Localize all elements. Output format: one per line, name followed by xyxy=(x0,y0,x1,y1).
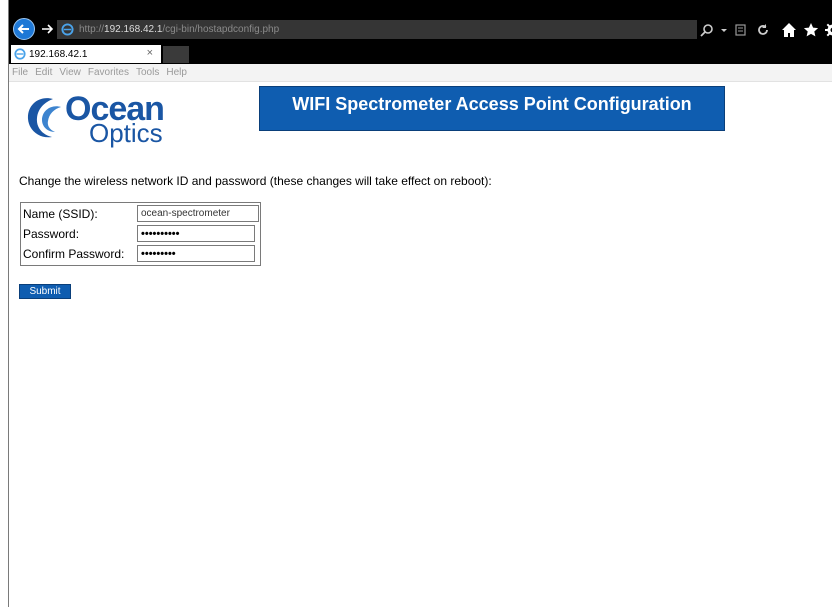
menu-favorites[interactable]: Favorites xyxy=(88,67,129,78)
menu-help[interactable]: Help xyxy=(166,67,187,78)
forward-button[interactable] xyxy=(40,22,54,36)
tab-close-icon[interactable]: × xyxy=(147,47,153,59)
menu-edit[interactable]: Edit xyxy=(35,67,52,78)
dropdown-icon[interactable] xyxy=(721,22,727,38)
address-scheme: http:// xyxy=(79,24,105,35)
tab-title: 192.168.42.1 xyxy=(29,48,88,60)
menu-file[interactable]: File xyxy=(12,67,28,78)
back-button[interactable] xyxy=(13,18,35,40)
search-icon[interactable] xyxy=(699,22,715,38)
tab-active[interactable]: 192.168.42.1 × xyxy=(11,45,161,63)
address-bar[interactable]: http://192.168.42.1/cgi-bin/hostapdconfi… xyxy=(57,20,697,39)
compatibility-icon[interactable] xyxy=(733,22,749,38)
new-tab-button[interactable] xyxy=(163,46,189,63)
ie-tab-icon xyxy=(14,48,26,60)
form-row-confirm: Confirm Password: xyxy=(23,245,259,263)
page-title: WIFI Spectrometer Access Point Configura… xyxy=(259,86,725,131)
confirm-password-input[interactable] xyxy=(137,245,255,262)
form-row-ssid: Name (SSID): xyxy=(23,205,259,223)
menu-view[interactable]: View xyxy=(59,67,81,78)
password-label: Password: xyxy=(23,227,80,241)
menu-tools[interactable]: Tools xyxy=(136,67,159,78)
menu-bar: File Edit View Favorites Tools Help xyxy=(9,64,832,82)
ssid-label: Name (SSID): xyxy=(23,207,98,221)
address-path: /cgi-bin/hostapdconfig.php xyxy=(162,24,280,35)
instructions-text: Change the wireless network ID and passw… xyxy=(19,174,492,188)
address-host: 192.168.42.1 xyxy=(104,24,163,35)
form-row-password: Password: xyxy=(23,225,259,243)
browser-titlebar: http://192.168.42.1/cgi-bin/hostapdconfi… xyxy=(9,0,832,45)
back-arrow-icon xyxy=(17,24,29,34)
browser-tools xyxy=(699,22,832,38)
confirm-password-label: Confirm Password: xyxy=(23,247,125,261)
tab-strip: 192.168.42.1 × xyxy=(9,45,832,64)
browser-window: http://192.168.42.1/cgi-bin/hostapdconfi… xyxy=(8,0,832,607)
logo-text-optics: Optics xyxy=(89,118,163,148)
ocean-optics-logo: Ocean Optics xyxy=(23,91,183,151)
submit-button[interactable]: Submit xyxy=(19,284,71,299)
ssid-input[interactable] xyxy=(137,205,259,222)
password-input[interactable] xyxy=(137,225,255,242)
gear-icon[interactable] xyxy=(825,22,832,38)
home-icon[interactable] xyxy=(781,22,797,38)
desktop-gutter xyxy=(0,0,8,607)
logo-swirl-icon xyxy=(27,98,61,138)
screen: http://192.168.42.1/cgi-bin/hostapdconfi… xyxy=(0,0,832,607)
credentials-form: Name (SSID): Password: Confirm Password: xyxy=(20,202,261,266)
favorites-star-icon[interactable] xyxy=(803,22,819,38)
refresh-icon[interactable] xyxy=(755,22,771,38)
ie-page-icon xyxy=(61,23,74,36)
page-content: Ocean Optics WIFI Spectrometer Access Po… xyxy=(9,82,832,607)
